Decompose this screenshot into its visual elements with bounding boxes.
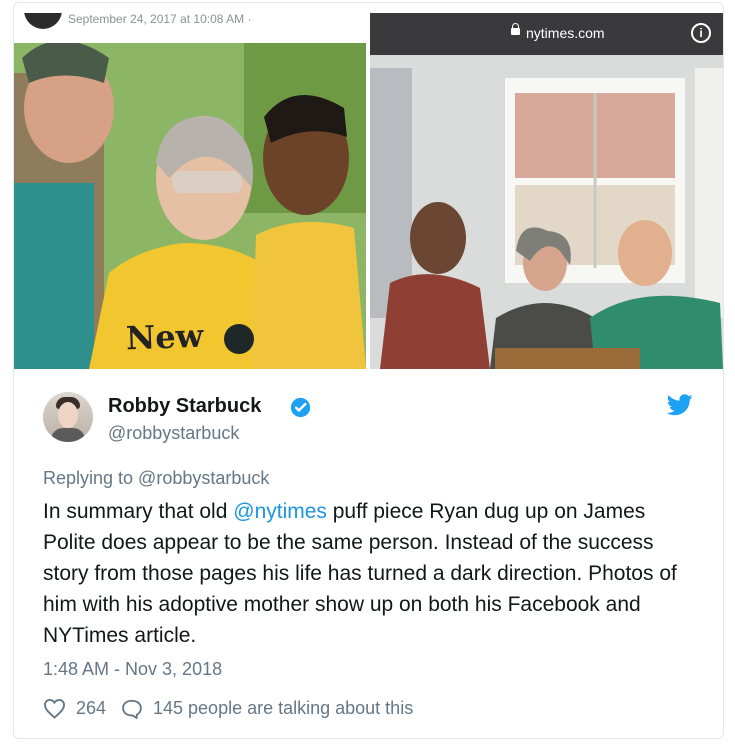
conversation-count[interactable]: 145 people are talking about this (153, 698, 413, 719)
chess-photo (370, 55, 723, 369)
replying-to[interactable]: Replying to @robbystarbuck (43, 468, 269, 489)
avatar[interactable] (43, 392, 93, 442)
avatar (24, 13, 62, 29)
embedded-post-header: September 24, 2017 at 10:08 AM · (14, 13, 366, 43)
verified-icon (290, 397, 311, 418)
browser-address-bar: nytimes.com i (370, 13, 723, 55)
mention-link[interactable]: @nytimes (233, 500, 327, 523)
author-name[interactable]: Robby Starbuck (108, 395, 261, 418)
twitter-bird-icon[interactable] (667, 394, 693, 416)
heart-icon[interactable] (43, 698, 66, 719)
shirt-text: New (125, 316, 204, 358)
lock-icon (511, 23, 520, 35)
tweet-card: September 24, 2017 at 10:08 AM · New nyt… (13, 2, 724, 739)
post-date: September 24, 2017 at 10:08 AM · (68, 13, 252, 26)
facebook-screenshot-photo[interactable]: September 24, 2017 at 10:08 AM · New (14, 13, 366, 369)
info-icon: i (691, 23, 711, 43)
tweet-text-start: In summary that old (43, 500, 234, 523)
tweet-timestamp[interactable]: 1:48 AM - Nov 3, 2018 (43, 659, 222, 680)
author-handle[interactable]: @robbystarbuck (108, 423, 239, 444)
tweet-media[interactable]: September 24, 2017 at 10:08 AM · New nyt… (14, 13, 723, 369)
nytimes-screenshot-photo[interactable]: nytimes.com i (370, 13, 723, 369)
tweet-text: In summary that old @nytimes puff piece … (43, 496, 703, 651)
selfie-photo (14, 13, 366, 369)
tweet-body: Robby Starbuck @robbystarbuck Replying t… (14, 369, 723, 738)
reply-icon[interactable] (120, 698, 143, 720)
like-count[interactable]: 264 (76, 698, 106, 719)
browser-url: nytimes.com (526, 25, 605, 41)
